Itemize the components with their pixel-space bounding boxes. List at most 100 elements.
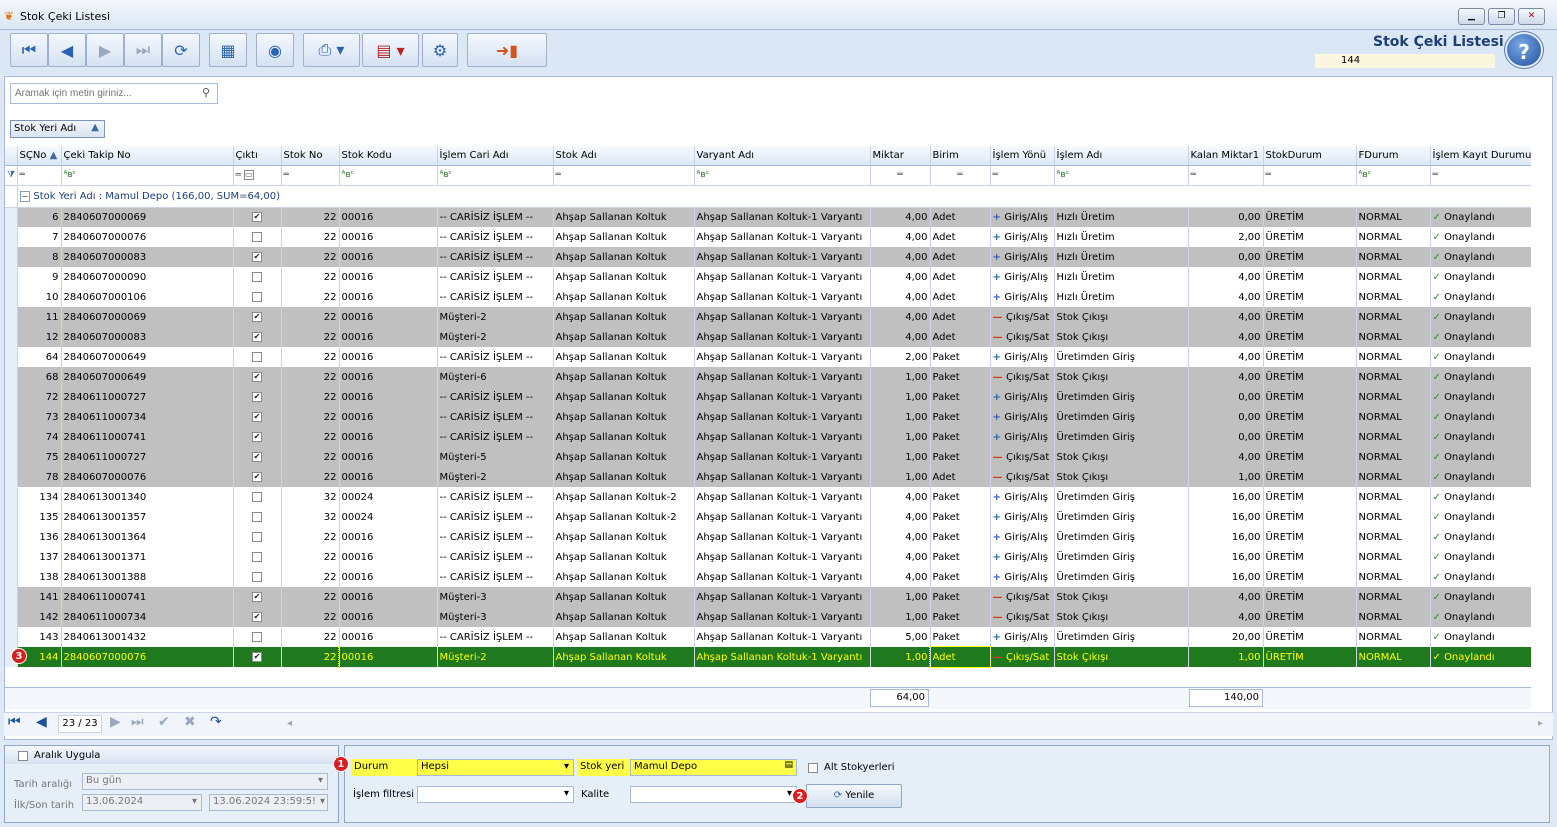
table-row[interactable]: 78 2840607000076 ✔ 22 00016 Müşteri-2 Ahşap Sa… [5, 467, 1531, 487]
filter-cell[interactable]: ═ [930, 165, 991, 186]
nav-first-icon[interactable]: ⏮ [8, 714, 21, 730]
exit-icon[interactable]: ➜▮ [467, 33, 547, 67]
row-indicator[interactable] [5, 227, 18, 247]
cikti-checkbox[interactable] [252, 551, 262, 562]
row-indicator[interactable] [5, 347, 18, 367]
filter-cell[interactable]: ═ [17, 165, 62, 186]
table-row[interactable]: 64 2840607000649 22 00016 -- CARİSİZ İŞLEM -… [5, 347, 1531, 367]
nav-cancel-icon[interactable]: ✖ [184, 714, 196, 730]
filter-cell[interactable]: ═ [281, 165, 340, 186]
lookup-icon[interactable]: ▤ [784, 760, 793, 770]
cikti-checkbox[interactable] [252, 631, 262, 642]
alt-stokyerleri-checkbox[interactable] [808, 763, 818, 773]
filter-cell[interactable]: ═ [870, 165, 931, 186]
previous-record-icon[interactable]: ◀ [48, 33, 86, 67]
filter-checkbox[interactable]: ▭ [243, 169, 254, 180]
cikti-checkbox[interactable]: ✔ [252, 391, 262, 402]
column-header-fdurum[interactable]: FDurum [1356, 146, 1431, 166]
table-row[interactable]: 134 2840613001340 32 00024 -- CARİSİZ İŞLEM … [5, 487, 1531, 507]
cikti-checkbox[interactable]: ✔ [252, 591, 262, 602]
row-indicator[interactable] [5, 507, 18, 527]
column-header-ceki-takip-no[interactable]: Çeki Takip No [61, 146, 234, 166]
kalite-select[interactable]: ▾ [630, 786, 797, 803]
search-input[interactable] [10, 83, 218, 104]
filter-cell[interactable]: ᴬʙᶜ [694, 165, 871, 186]
row-indicator[interactable] [5, 547, 18, 567]
next-record-icon[interactable]: ▶ [86, 33, 124, 67]
table-row[interactable]: 72 2840611000727 ✔ 22 00016 -- CARİSİZ İŞLEM … [5, 387, 1531, 407]
column-header-stok-adi[interactable]: Stok Adı [553, 146, 695, 166]
group-by-chip[interactable]: Stok Yeri Adı ▲ [10, 120, 105, 138]
cikti-checkbox[interactable]: ✔ [252, 611, 262, 622]
row-indicator[interactable] [5, 527, 18, 547]
cikti-checkbox[interactable]: ✔ [252, 411, 262, 422]
nav-confirm-icon[interactable]: ✔ [158, 714, 170, 730]
cikti-checkbox[interactable]: ✔ [252, 651, 262, 662]
column-header-islem-yonu[interactable]: İşlem Yönü [990, 146, 1055, 166]
cikti-checkbox[interactable] [252, 271, 262, 282]
cikti-checkbox[interactable]: ✔ [252, 251, 262, 262]
search-icon[interactable]: ⚲ [202, 86, 210, 99]
table-row[interactable]: 9 2840607000090 22 00016 -- CARİSİZ İŞLEM --… [5, 267, 1531, 287]
islem-filtresi-select[interactable]: ▾ [417, 786, 574, 803]
column-header-islem-cari-adi[interactable]: İşlem Cari Adı [437, 146, 554, 166]
table-row[interactable]: 135 2840613001357 32 00024 -- CARİSİZ İŞLEM … [5, 507, 1531, 527]
row-indicator[interactable] [5, 407, 18, 427]
column-header-stok-no[interactable]: Stok No [281, 146, 340, 166]
filter-cell[interactable]: ═ [990, 165, 1055, 186]
column-header-birim[interactable]: Birim [930, 146, 991, 166]
group-row[interactable]: − Stok Yeri Adı : Mamul Depo (166,00, SU… [5, 185, 1531, 208]
filter-cell[interactable]: ═ [553, 165, 695, 186]
table-row[interactable]: 6 2840607000069 ✔ 22 00016 -- CARİSİZ İŞLEM -… [5, 207, 1531, 227]
row-indicator[interactable] [5, 467, 18, 487]
maximize-button[interactable]: ❐ [1488, 8, 1515, 25]
refresh-icon[interactable]: ⟳ [162, 33, 200, 67]
table-row[interactable]: 11 2840607000069 ✔ 22 00016 Müşteri-2 Ahşap Sa… [5, 307, 1531, 327]
table-row[interactable]: 12 2840607000083 ✔ 22 00016 Müşteri-2 Ahşap Sa… [5, 327, 1531, 347]
first-record-icon[interactable]: ⏮ [10, 33, 48, 67]
grid-search-icon[interactable]: ▦ [209, 33, 247, 67]
tools-icon[interactable]: ⚙ [422, 33, 458, 67]
table-row[interactable]: 141 2840611000741 ✔ 22 00016 Müşteri-3 Ahşap S… [5, 587, 1531, 607]
row-indicator[interactable] [5, 327, 18, 347]
row-indicator[interactable] [5, 387, 18, 407]
table-row[interactable]: 74 2840611000741 ✔ 22 00016 -- CARİSİZ İŞLEM … [5, 427, 1531, 447]
cikti-checkbox[interactable]: ✔ [252, 431, 262, 442]
row-indicator[interactable] [5, 287, 18, 307]
cikti-checkbox[interactable] [252, 531, 262, 542]
range-apply-checkbox[interactable] [18, 751, 28, 761]
filter-cell[interactable]: ᴬʙᶜ [1054, 165, 1189, 186]
column-header-varyant-adi[interactable]: Varyant Adı [694, 146, 871, 166]
help-icon[interactable]: ? [1505, 32, 1543, 68]
cikti-checkbox[interactable]: ✔ [252, 331, 262, 342]
filter-cell[interactable]: ═ [1188, 165, 1264, 186]
yenile-button[interactable]: ⟳ Yenile [806, 784, 902, 808]
table-row[interactable]: 144 2840607000076 ✔ 22 00016 Müşteri-2 Ahşap S… [5, 646, 1531, 668]
row-indicator[interactable] [5, 307, 18, 327]
nav-last-icon[interactable]: ⏭ [131, 714, 144, 730]
end-date-field[interactable]: 13.06.2024 23:59:5! ▾ [209, 794, 328, 811]
row-indicator[interactable] [5, 587, 18, 607]
table-row[interactable]: 68 2840607000649 ✔ 22 00016 Müşteri-6 Ahşap Sa… [5, 367, 1531, 387]
row-indicator[interactable] [5, 367, 18, 387]
column-header-scno[interactable]: SÇNo ▲ [17, 146, 62, 166]
filter-cell[interactable]: ᴬʙᶜ [339, 165, 438, 186]
table-row[interactable]: 143 2840613001432 22 00016 -- CARİSİZ İŞLEM … [5, 627, 1531, 647]
table-row[interactable]: 136 2840613001364 22 00016 -- CARİSİZ İŞLEM … [5, 527, 1531, 547]
preview-icon[interactable]: ◉ [256, 33, 294, 67]
table-row[interactable]: 73 2840611000734 ✔ 22 00016 -- CARİSİZ İŞLEM … [5, 407, 1531, 427]
stok-yeri-field[interactable]: Mamul Depo ▤ [630, 759, 797, 776]
nav-prev-icon[interactable]: ◀ [36, 714, 47, 730]
column-header-cikti[interactable]: Çıktı [233, 146, 282, 166]
row-indicator[interactable] [5, 247, 18, 267]
print-icon[interactable]: ⎙ ▾ [303, 33, 360, 67]
durum-select[interactable]: Hepsi ▾ [417, 759, 574, 776]
filter-cell[interactable]: ═ [1263, 165, 1357, 186]
column-header-islem-adi[interactable]: İşlem Adı [1054, 146, 1189, 166]
cikti-checkbox[interactable]: ✔ [252, 371, 262, 382]
row-indicator[interactable] [5, 627, 18, 647]
cikti-checkbox[interactable]: ✔ [252, 311, 262, 322]
nav-refresh-icon[interactable]: ↷ [210, 714, 222, 730]
table-row[interactable]: 142 2840611000734 ✔ 22 00016 Müşteri-3 Ahşap S… [5, 607, 1531, 627]
filter-icon[interactable]: ⧩ [5, 165, 18, 186]
